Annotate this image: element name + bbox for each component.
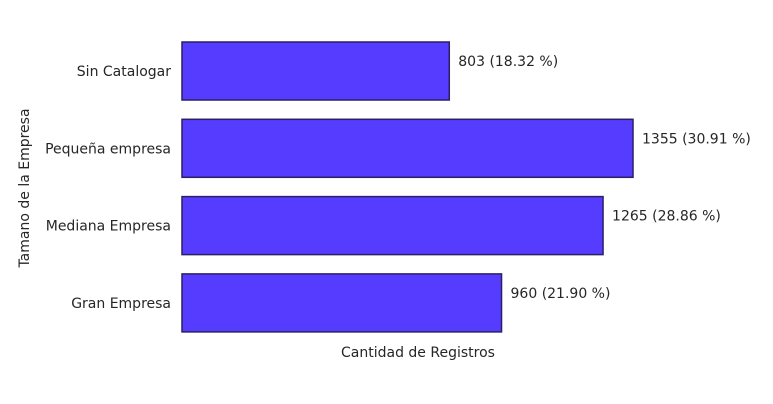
data-label-0: 803 (18.32 %) bbox=[458, 54, 558, 70]
y-tick-label-1: Pequeña empresa bbox=[45, 141, 171, 157]
y-tick-label-2: Mediana Empresa bbox=[46, 219, 171, 235]
bar-3 bbox=[181, 273, 503, 333]
data-label-2: 1265 (28.86 %) bbox=[612, 209, 721, 225]
bar-chart: Sin Catalogar Pequeña empresa Mediana Empr… bbox=[0, 0, 773, 404]
y-tick-label-3: Gran Empresa bbox=[71, 296, 171, 312]
bar-2 bbox=[181, 195, 604, 256]
y-axis-title: Tamano de la Empresa bbox=[17, 108, 33, 268]
bar-1 bbox=[181, 118, 634, 179]
x-axis-title: Cantidad de Registros bbox=[341, 345, 495, 361]
chart-canvas: Sin Catalogar Pequeña empresa Mediana Empr… bbox=[17, 41, 751, 361]
y-tick-label-0: Sin Catalogar bbox=[77, 64, 171, 80]
y-tick-labels: Sin Catalogar Pequeña empresa Mediana Empr… bbox=[45, 64, 171, 312]
data-label-1: 1355 (30.91 %) bbox=[642, 131, 751, 147]
bar-0 bbox=[181, 41, 451, 101]
data-label-3: 960 (21.90 %) bbox=[511, 286, 611, 302]
